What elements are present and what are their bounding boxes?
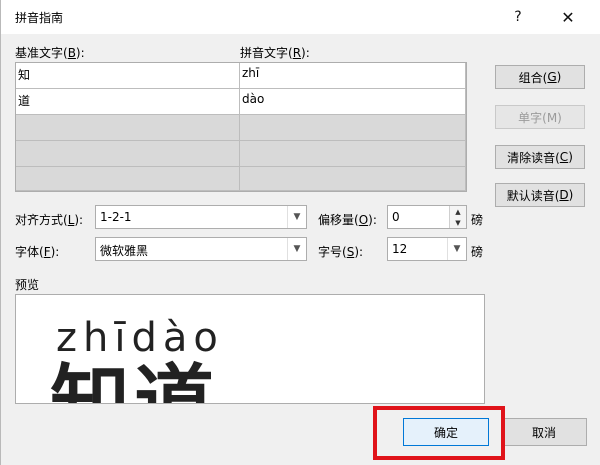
- clear-reading-button[interactable]: 清除读音(C): [495, 145, 585, 169]
- base-cell-4: [16, 141, 240, 167]
- ruby-text-label: 拼音文字(R):: [240, 46, 310, 60]
- dialog-title: 拼音指南: [15, 11, 64, 25]
- ruby-cell-2[interactable]: dào: [240, 89, 466, 115]
- ruby-cell-5: [240, 167, 466, 191]
- close-button[interactable]: ✕: [545, 0, 591, 34]
- spin-down-icon[interactable]: ▼: [449, 217, 466, 228]
- base-text-label: 基准文字(B):: [15, 46, 85, 60]
- group-button[interactable]: 组合(G): [495, 65, 585, 89]
- base-cell-2[interactable]: 道: [16, 89, 240, 115]
- title-bar: 拼音指南 ? ✕: [1, 0, 600, 34]
- offset-value: 0: [392, 210, 400, 224]
- size-label: 字号(S):: [318, 245, 364, 259]
- base-cell-3: [16, 115, 240, 141]
- font-value: 微软雅黑: [100, 244, 149, 258]
- mono-button[interactable]: 单字(M): [495, 105, 585, 129]
- font-select[interactable]: 微软雅黑 ▼: [95, 237, 307, 261]
- alignment-value: 1-2-1: [100, 210, 132, 224]
- phonetic-guide-dialog: 拼音指南 ? ✕ 基准文字(B): 拼音文字(R): 知 zhī 道 dào 组…: [0, 0, 600, 465]
- cancel-button[interactable]: 取消: [501, 418, 587, 446]
- highlight-annotation: [373, 406, 505, 460]
- font-label: 字体(F):: [15, 245, 60, 259]
- ruby-cell-1[interactable]: zhī: [240, 63, 466, 89]
- help-button[interactable]: ?: [495, 0, 541, 34]
- ruby-cell-4: [240, 141, 466, 167]
- text-grid: 知 zhī 道 dào: [15, 62, 467, 192]
- preview-pinyin: zhīdào: [56, 315, 224, 361]
- base-cell-1[interactable]: 知: [16, 63, 240, 89]
- alignment-select[interactable]: 1-2-1 ▼: [95, 205, 307, 229]
- base-cell-5: [16, 167, 240, 191]
- preview-hanzi: 知道: [50, 356, 218, 404]
- chevron-down-icon: ▼: [287, 238, 306, 260]
- offset-label: 偏移量(O):: [318, 213, 377, 227]
- chevron-down-icon: ▼: [287, 206, 306, 228]
- offset-unit: 磅: [471, 213, 484, 227]
- ruby-cell-3: [240, 115, 466, 141]
- offset-spinner[interactable]: 0 ▲ ▼: [387, 205, 467, 229]
- preview-label: 预览: [15, 278, 40, 292]
- size-select[interactable]: 12 ▼: [387, 237, 467, 261]
- preview-box: zhīdào 知道: [15, 294, 485, 404]
- size-unit: 磅: [471, 245, 484, 259]
- alignment-label: 对齐方式(L):: [15, 213, 84, 227]
- chevron-down-icon: ▼: [447, 238, 466, 260]
- size-value: 12: [392, 242, 408, 256]
- default-reading-button[interactable]: 默认读音(D): [495, 183, 585, 207]
